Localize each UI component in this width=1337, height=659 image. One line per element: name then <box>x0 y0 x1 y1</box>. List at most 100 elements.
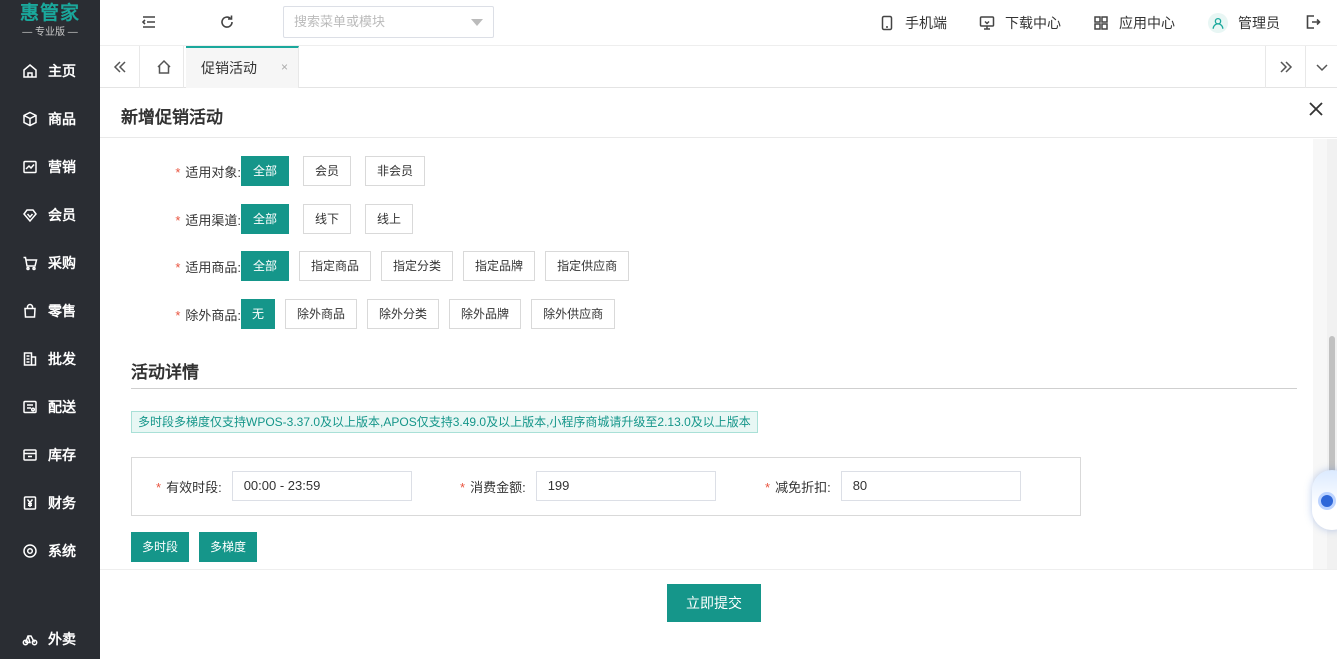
excluded-option-none[interactable]: 无 <box>241 299 276 329</box>
channel-option-all[interactable]: 全部 <box>241 204 290 234</box>
tabs-scroll-right-button[interactable] <box>1265 46 1305 88</box>
time-range-field: * 有效时段: 00:00 - 23:59 <box>156 471 412 501</box>
user-icon <box>1212 17 1224 29</box>
assistant-icon <box>1318 492 1336 510</box>
close-icon[interactable]: × <box>281 60 288 74</box>
excluded-option-supplier[interactable]: 除外供应商 <box>531 299 616 329</box>
monitor-icon <box>979 16 995 30</box>
search-placeholder: 搜索菜单或模块 <box>294 14 386 29</box>
multi-time-button[interactable]: 多时段 <box>131 532 190 562</box>
sidebar-item-system[interactable]: 系统 <box>0 531 100 571</box>
sidebar-item-label: 会员 <box>48 207 76 223</box>
user-menu[interactable]: 管理员 <box>1208 0 1280 46</box>
sidebar-item-members[interactable]: 会员 <box>0 195 100 235</box>
excluded-option-products[interactable]: 除外商品 <box>285 299 358 329</box>
form-content: * 适用对象: 全部 会员 非会员 * 适用渠道: 全部 线下 线上 * 适用商品: … <box>100 139 1337 569</box>
chevron-down-icon <box>1315 64 1328 72</box>
products-option-specific[interactable]: 指定商品 <box>299 251 372 281</box>
sidebar-item-finance[interactable]: 财务 <box>0 483 100 523</box>
app-center-link[interactable]: 应用中心 <box>1093 0 1175 46</box>
logo-subtitle: — 专业版 — <box>22 27 78 38</box>
double-chevron-right-icon <box>1279 61 1292 73</box>
amount-label: 消费金额: <box>470 479 526 495</box>
required-mark: * <box>175 259 181 275</box>
sidebar-item-label: 批发 <box>48 351 76 367</box>
products-option-all[interactable]: 全部 <box>241 251 290 281</box>
sidebar-item-delivery[interactable]: 配送 <box>0 387 100 427</box>
amount-field: * 消费金额: 199 <box>460 471 716 501</box>
avatar <box>1208 13 1228 33</box>
tab-bar: 促销活动 × <box>100 46 1337 88</box>
channel-option-offline[interactable]: 线下 <box>303 204 352 234</box>
discount-label: 减免折扣: <box>775 479 831 495</box>
sidebar-item-marketing[interactable]: 营销 <box>0 147 100 187</box>
sidebar-item-home[interactable]: 主页 <box>0 51 100 91</box>
phone-icon <box>881 15 893 31</box>
sidebar-item-label: 主页 <box>48 63 76 79</box>
logo-title: 惠管家 <box>19 3 80 24</box>
tier-detail-box: * 有效时段: 00:00 - 23:59 * 消费金额: 199 * 减免折扣: 8… <box>131 457 1081 516</box>
products-option-supplier[interactable]: 指定供应商 <box>545 251 630 281</box>
submit-button[interactable]: 立即提交 <box>667 584 761 622</box>
home-icon <box>23 64 37 78</box>
logout-icon[interactable] <box>1304 13 1322 31</box>
sidebar-item-purchase[interactable]: 采购 <box>0 243 100 283</box>
time-range-label: 有效时段: <box>166 479 222 495</box>
audience-option-all[interactable]: 全部 <box>241 156 290 186</box>
close-icon[interactable] <box>1308 101 1328 121</box>
sidebar-item-label: 外卖 <box>48 631 76 647</box>
sidebar-item-label: 零售 <box>48 303 76 319</box>
tab-label: 促销活动 <box>201 60 257 76</box>
products-row: * 适用商品: 全部 指定商品 指定分类 指定品牌 指定供应商 <box>100 251 639 281</box>
channel-row: * 适用渠道: 全部 线下 线上 <box>100 204 423 234</box>
audience-option-non-member[interactable]: 非会员 <box>365 156 426 186</box>
audience-option-member[interactable]: 会员 <box>303 156 352 186</box>
sidebar-item-label: 商品 <box>48 111 76 127</box>
diamond-icon <box>23 209 37 223</box>
scrollbar-thumb[interactable] <box>1329 336 1335 486</box>
sidebar-item-label: 配送 <box>48 399 76 415</box>
products-option-category[interactable]: 指定分类 <box>381 251 454 281</box>
required-mark: * <box>175 212 181 228</box>
home-icon <box>156 59 171 74</box>
multi-tier-button[interactable]: 多梯度 <box>199 532 258 562</box>
warehouse-icon <box>23 449 37 461</box>
time-range-input[interactable]: 00:00 - 23:59 <box>231 471 412 501</box>
form-footer: 立即提交 <box>100 569 1337 659</box>
assistant-widget[interactable] <box>1312 470 1337 530</box>
menu-collapse-icon[interactable] <box>140 13 158 31</box>
excluded-products-label: 除外商品: <box>185 307 241 323</box>
amount-input[interactable]: 199 <box>535 471 716 501</box>
target-audience-label: 适用对象: <box>185 164 241 180</box>
sidebar-item-products[interactable]: 商品 <box>0 99 100 139</box>
channel-label: 适用渠道: <box>185 212 241 228</box>
excluded-option-brand[interactable]: 除外品牌 <box>449 299 522 329</box>
channel-option-online[interactable]: 线上 <box>365 204 414 234</box>
app-center-label: 应用中心 <box>1119 15 1175 31</box>
sidebar-item-retail[interactable]: 零售 <box>0 291 100 331</box>
bag-icon <box>24 303 36 318</box>
grid-icon <box>1094 16 1108 30</box>
sidebar-item-label: 系统 <box>48 543 76 559</box>
excluded-option-category[interactable]: 除外分类 <box>367 299 440 329</box>
tabs-menu-button[interactable] <box>1305 46 1337 88</box>
mobile-link[interactable]: 手机端 <box>879 0 947 46</box>
top-header: 搜索菜单或模块 手机端 下载中心 应用中心 管理员 <box>100 0 1337 46</box>
refresh-icon[interactable] <box>218 13 236 31</box>
sidebar-item-label: 采购 <box>48 255 76 271</box>
section-divider <box>131 388 1297 389</box>
products-option-brand[interactable]: 指定品牌 <box>463 251 536 281</box>
double-chevron-left-icon <box>113 61 126 73</box>
required-mark: * <box>156 479 162 495</box>
logo: 惠管家 — 专业版 — <box>0 0 100 46</box>
tabs-scroll-left-button[interactable] <box>100 46 140 88</box>
menu-search-select[interactable]: 搜索菜单或模块 <box>283 6 494 38</box>
discount-input[interactable]: 80 <box>840 471 1021 501</box>
sidebar-item-inventory[interactable]: 库存 <box>0 435 100 475</box>
tab-promotion[interactable]: 促销活动 × <box>186 46 299 88</box>
page-title: 新增促销活动 <box>121 108 223 127</box>
tab-home[interactable] <box>144 46 184 88</box>
download-center-link[interactable]: 下载中心 <box>979 0 1061 46</box>
sidebar-item-wholesale[interactable]: 批发 <box>0 339 100 379</box>
sidebar-item-takeout[interactable]: 外卖 <box>0 619 100 659</box>
